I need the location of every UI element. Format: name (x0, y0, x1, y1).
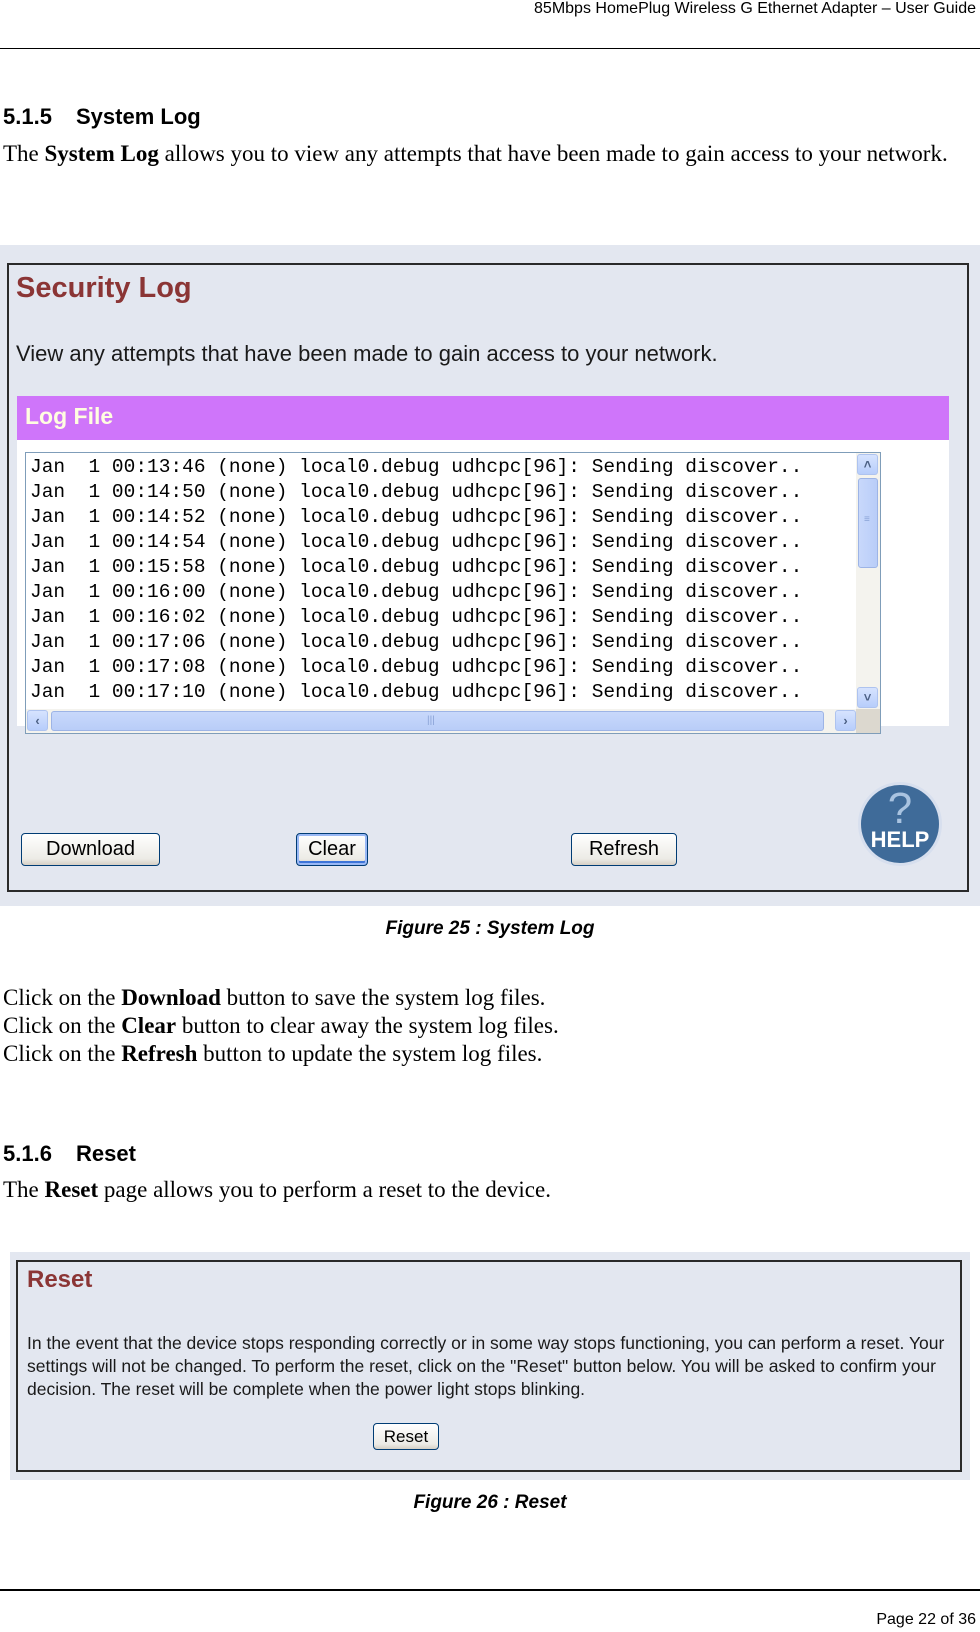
log-line: Jan 1 00:17:06 (none) local0.debug udhcp… (30, 631, 803, 653)
section-title: System Log (76, 104, 201, 129)
section-heading-system-log: 5.1.5 System Log (3, 104, 201, 130)
scroll-down-icon[interactable]: ˅ (857, 687, 878, 708)
section-number: 5.1.6 (3, 1141, 52, 1166)
section-number: 5.1.5 (3, 104, 52, 129)
intro-text: allows you to view any attempts that hav… (158, 141, 948, 166)
log-line: Jan 1 00:13:46 (none) local0.debug udhcp… (30, 456, 803, 478)
instruction-text: button to save the system log files. (220, 985, 546, 1010)
header-rule (0, 48, 980, 49)
security-log-panel: Security Log View any attempts that have… (7, 263, 969, 892)
instruction-text: button to clear away the system log file… (176, 1013, 559, 1038)
instruction-bold: Download (121, 985, 221, 1010)
panel-title: Reset (27, 1266, 93, 1293)
instruction-text: Click on the (3, 1041, 122, 1066)
instruction-bold: Clear (121, 1013, 177, 1038)
footer-rule (0, 1589, 980, 1591)
section-heading-reset: 5.1.6 Reset (3, 1141, 136, 1167)
instruction-refresh: Click on the Refresh button to update th… (3, 1040, 978, 1068)
intro-bold: System Log (44, 141, 159, 166)
log-lines: Jan 1 00:13:46 (none) local0.debug udhcp… (30, 455, 802, 705)
log-line: Jan 1 00:17:08 (none) local0.debug udhcp… (30, 656, 803, 678)
reset-panel: Reset In the event that the device stops… (16, 1260, 962, 1472)
intro-bold: Reset (44, 1177, 99, 1202)
page-number: Page 22 of 36 (876, 1611, 976, 1628)
panel-description: In the event that the device stops respo… (27, 1333, 945, 1399)
instruction-text: button to update the system log files. (197, 1041, 543, 1066)
intro-text: The (3, 141, 45, 166)
panel-description: View any attempts that have been made to… (16, 341, 718, 366)
log-line: Jan 1 00:16:00 (none) local0.debug udhcp… (30, 581, 803, 603)
section-title: Reset (76, 1141, 136, 1166)
log-line: Jan 1 00:17:10 (none) local0.debug udhcp… (30, 681, 803, 703)
question-mark-icon: ? (887, 784, 913, 833)
grip-icon: ||| (427, 715, 435, 726)
scroll-right-icon[interactable]: › (835, 710, 856, 731)
instruction-text: Click on the (3, 1013, 122, 1038)
instruction-list: Click on the Download button to save the… (3, 984, 978, 1068)
refresh-button[interactable]: Refresh (571, 833, 677, 866)
figure-system-log: Security Log View any attempts that have… (0, 245, 980, 906)
instruction-download: Click on the Download button to save the… (3, 984, 978, 1012)
log-textarea[interactable]: Jan 1 00:13:46 (none) local0.debug udhcp… (25, 452, 881, 734)
instruction-bold: Refresh (121, 1041, 198, 1066)
download-button[interactable]: Download (21, 833, 160, 866)
log-line: Jan 1 00:16:02 (none) local0.debug udhcp… (30, 606, 803, 628)
system-log-intro: The System Log allows you to view any at… (3, 140, 978, 168)
log-line: Jan 1 00:14:50 (none) local0.debug udhcp… (30, 481, 803, 503)
grip-icon: ≡ (864, 514, 870, 525)
log-file-label: Log File (25, 403, 114, 429)
horizontal-scroll-thumb[interactable]: ||| (51, 711, 824, 731)
figure-25-caption: Figure 25 : System Log (385, 918, 595, 939)
panel-title: Security Log (16, 272, 192, 304)
figure-26-caption: Figure 26 : Reset (413, 1492, 567, 1513)
figure-reset: Reset In the event that the device stops… (10, 1252, 970, 1480)
reset-button[interactable]: Reset (373, 1423, 439, 1450)
log-file-header: Log File (17, 396, 949, 440)
horizontal-scrollbar[interactable]: ‹ ||| › (26, 709, 857, 733)
clear-button[interactable]: Clear (296, 833, 368, 866)
vertical-scrollbar[interactable]: ˄ ≡ ˅ (856, 453, 880, 709)
instruction-text: Click on the (3, 985, 122, 1010)
help-label: HELP (870, 827, 930, 852)
log-line: Jan 1 00:15:58 (none) local0.debug udhcp… (30, 556, 803, 578)
instruction-clear: Click on the Clear button to clear away … (3, 1012, 978, 1040)
running-header: 85Mbps HomePlug Wireless G Ethernet Adap… (534, 0, 976, 17)
intro-text: page allows you to perform a reset to th… (98, 1177, 551, 1202)
scroll-up-icon[interactable]: ˄ (857, 454, 878, 475)
log-line: Jan 1 00:14:54 (none) local0.debug udhcp… (30, 531, 803, 553)
scroll-corner (856, 709, 880, 733)
scroll-left-icon[interactable]: ‹ (27, 710, 48, 731)
help-button[interactable]: ? HELP (858, 782, 942, 866)
intro-text: The (3, 1177, 45, 1202)
vertical-scroll-thumb[interactable]: ≡ (858, 478, 878, 568)
log-file-area: Jan 1 00:13:46 (none) local0.debug udhcp… (17, 440, 949, 734)
reset-intro: The Reset page allows you to perform a r… (3, 1176, 978, 1204)
log-line: Jan 1 00:14:52 (none) local0.debug udhcp… (30, 506, 803, 528)
